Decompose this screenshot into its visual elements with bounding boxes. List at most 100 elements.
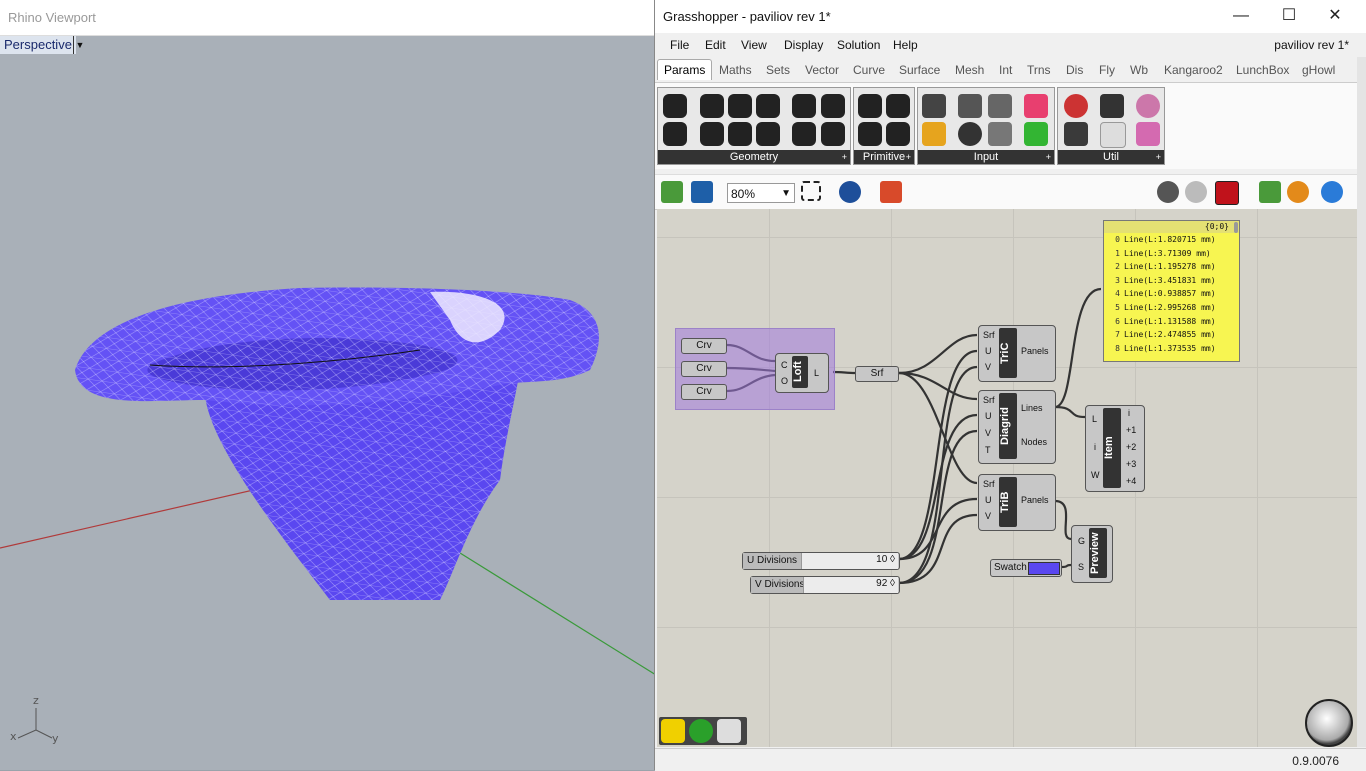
gh-canvas[interactable]: Crv Crv Crv C O Loft L Srf Srf U V TriC …	[657, 209, 1357, 747]
tab-int[interactable]: Int	[999, 63, 1012, 77]
loft-component[interactable]: C O Loft L	[775, 353, 829, 393]
item-input-l[interactable]: L	[1092, 414, 1097, 424]
boolean-toggle-icon[interactable]	[958, 94, 982, 118]
loft-output-l[interactable]: L	[814, 368, 819, 378]
panel-util-more-icon[interactable]: +	[1156, 150, 1161, 164]
panel-scrollbar[interactable]	[1234, 222, 1238, 233]
diagrid-output-nodes[interactable]: Nodes	[1021, 437, 1047, 447]
srf-param[interactable]: Srf	[855, 366, 899, 382]
geometry-param-icon[interactable]	[821, 122, 845, 146]
tab-curve[interactable]: Curve	[853, 63, 885, 77]
close-button[interactable]: ✕	[1315, 4, 1355, 28]
panel-geometry-label[interactable]: Geometry +	[658, 150, 850, 164]
zoom-dropdown[interactable]: 80% ▼	[727, 183, 795, 203]
diagrid-component[interactable]: Srf U V T Diagrid Lines Nodes	[978, 390, 1056, 464]
panel-primitive-label[interactable]: Primitive +	[854, 150, 914, 164]
tab-mesh[interactable]: Mesh	[955, 63, 984, 77]
trib-input-v[interactable]: V	[985, 511, 991, 521]
tab-maths[interactable]: Maths	[719, 63, 752, 77]
fitness-landscape-icon[interactable]	[1136, 94, 1160, 118]
tric-component[interactable]: Srf U V TriC Panels	[978, 325, 1056, 382]
item-input-w[interactable]: W	[1091, 470, 1100, 480]
text-panel[interactable]: {0;0} 0 Line(L:1.820715 mm) 1 Line(L:3.713…	[1103, 220, 1240, 362]
display-sphere-icon[interactable]	[1321, 181, 1343, 203]
plane-param-icon[interactable]	[756, 122, 780, 146]
graph-mapper-icon[interactable]	[922, 122, 946, 146]
color-swatch-component[interactable]: Swatch	[990, 559, 1062, 577]
tric-input-srf[interactable]: Srf	[983, 330, 995, 340]
item-output-i[interactable]: i	[1128, 408, 1130, 418]
cherry-picker-icon[interactable]	[1064, 94, 1088, 118]
crv-param-1[interactable]: Crv	[681, 338, 727, 354]
tab-kangaroo2[interactable]: Kangaroo2	[1164, 63, 1223, 77]
menu-help[interactable]: Help	[893, 38, 918, 52]
button-input-icon[interactable]	[922, 94, 946, 118]
u-divisions-slider[interactable]: U Divisions 10 ◊	[742, 552, 900, 570]
line-param-icon[interactable]	[700, 122, 724, 146]
integer-param-icon[interactable]	[858, 122, 882, 146]
item-output-plus3[interactable]: +3	[1126, 459, 1136, 469]
menu-edit[interactable]: Edit	[705, 38, 726, 52]
tab-sets[interactable]: Sets	[766, 63, 790, 77]
box-param-icon[interactable]	[756, 94, 780, 118]
document-preview-settings-icon[interactable]	[1259, 181, 1281, 203]
control-knob-icon[interactable]	[958, 122, 982, 146]
value-list-icon[interactable]	[988, 122, 1012, 146]
vertical-scrollbar[interactable]	[1357, 57, 1366, 747]
tab-params[interactable]: Params	[657, 59, 713, 80]
mesh-param-icon[interactable]	[821, 94, 845, 118]
sphere-icon[interactable]	[689, 719, 713, 743]
menu-display[interactable]: Display	[784, 38, 823, 52]
minimize-button[interactable]: —	[1221, 4, 1261, 28]
tab-ghowl[interactable]: gHowl	[1302, 63, 1335, 77]
diagrid-input-u[interactable]: U	[985, 411, 992, 421]
swatch-color[interactable]	[1028, 562, 1060, 575]
text-param-icon[interactable]	[886, 122, 910, 146]
tab-wb[interactable]: Wb	[1130, 63, 1148, 77]
panel-util-label[interactable]: Util +	[1058, 150, 1164, 164]
preview-mesh-quality-icon[interactable]	[1287, 181, 1309, 203]
zoom-extents-icon[interactable]	[801, 181, 821, 201]
v-divisions-slider[interactable]: V Divisions 92 ◊	[750, 576, 900, 594]
item-output-plus1[interactable]: +1	[1126, 425, 1136, 435]
panel-geometry-more-icon[interactable]: +	[842, 150, 847, 164]
cube-icon[interactable]	[717, 719, 741, 743]
item-output-plus2[interactable]: +2	[1126, 442, 1136, 452]
point-param-icon[interactable]	[728, 122, 752, 146]
tab-fly[interactable]: Fly	[1099, 63, 1115, 77]
surface-param-icon[interactable]	[792, 122, 816, 146]
undo-icon[interactable]	[661, 719, 685, 743]
custom-preview-component[interactable]: G S Preview	[1071, 525, 1113, 583]
maximize-button[interactable]: ☐	[1269, 4, 1309, 28]
trib-input-u[interactable]: U	[985, 495, 992, 505]
tric-input-v[interactable]: V	[985, 362, 991, 372]
preview-input-s[interactable]: S	[1078, 562, 1084, 572]
named-views-eye-icon[interactable]	[839, 181, 861, 203]
viewport-3d-scene[interactable]	[0, 0, 656, 770]
tric-input-u[interactable]: U	[985, 346, 992, 356]
crv-param-2[interactable]: Crv	[681, 361, 727, 377]
tric-output-panels[interactable]: Panels	[1021, 346, 1049, 356]
rhino-viewport[interactable]: Rhino Viewport Perspective ▼ z x y	[0, 0, 656, 770]
trib-output-panels[interactable]: Panels	[1021, 495, 1049, 505]
open-file-icon[interactable]	[661, 181, 683, 203]
trib-input-srf[interactable]: Srf	[983, 479, 995, 489]
crv-param-3[interactable]: Crv	[681, 384, 727, 400]
item-input-i[interactable]: i	[1094, 442, 1096, 452]
tab-dis[interactable]: Dis	[1066, 63, 1083, 77]
number-param-icon[interactable]	[886, 94, 910, 118]
vector-param-icon[interactable]	[663, 122, 687, 146]
curve-param-icon[interactable]	[663, 94, 687, 118]
data-dam-arrow-icon[interactable]	[1100, 94, 1124, 118]
number-slider-icon[interactable]	[988, 94, 1012, 118]
viewport-name-label[interactable]: Perspective	[0, 36, 76, 54]
relay-arrow-icon[interactable]	[1100, 122, 1126, 148]
preview-selected-icon[interactable]	[1215, 181, 1239, 205]
diagrid-input-v[interactable]: V	[985, 428, 991, 438]
tree-icon[interactable]	[1064, 122, 1088, 146]
diagrid-input-t[interactable]: T	[985, 445, 991, 455]
panel-input-label[interactable]: Input +	[918, 150, 1054, 164]
circle-param-icon[interactable]	[700, 94, 724, 118]
preview-shaded-icon[interactable]	[1185, 181, 1207, 203]
menu-view[interactable]: View	[741, 38, 767, 52]
